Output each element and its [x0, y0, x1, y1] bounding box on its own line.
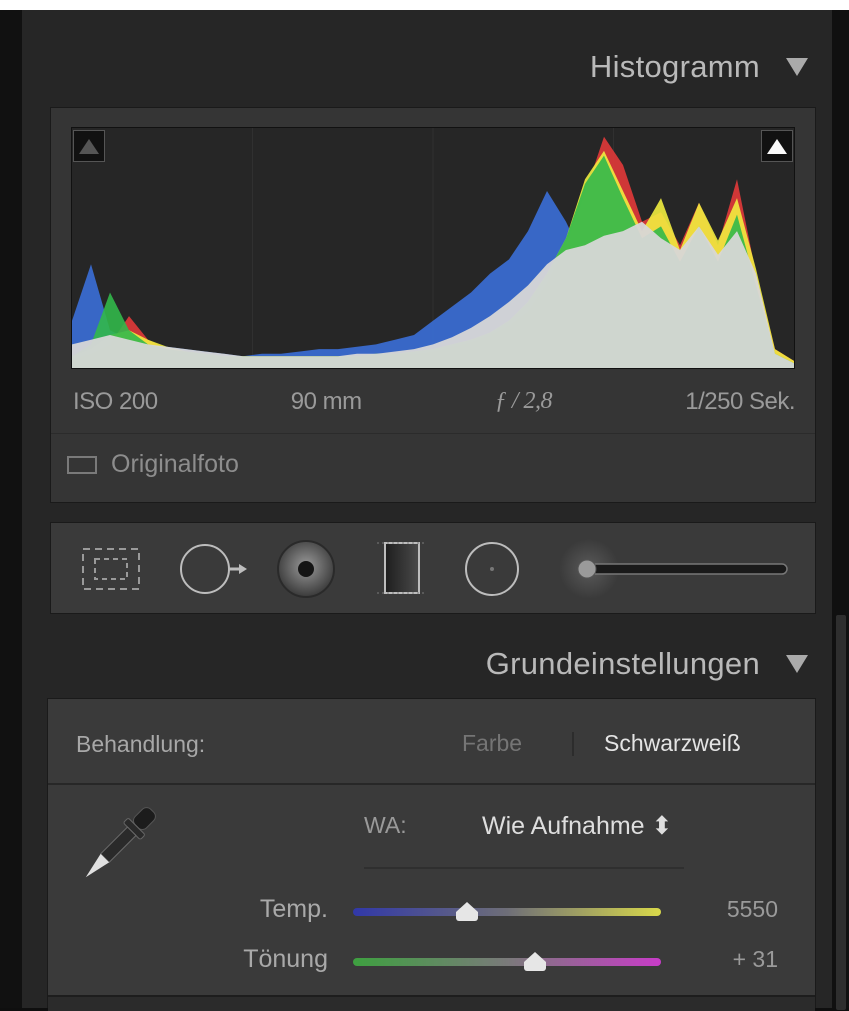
- temp-label: Temp.: [259, 895, 328, 923]
- treatment-divider: [572, 732, 574, 756]
- temp-slider-track[interactable]: [353, 902, 661, 921]
- window-top-edge: [0, 0, 849, 10]
- exif-info-row: ISO 200 90 mm ƒ / 2,8 1/250 Sek.: [73, 388, 795, 416]
- tint-slider-track[interactable]: [353, 952, 661, 971]
- highlight-clipping-triangle-icon: [767, 139, 787, 154]
- treatment-color-option[interactable]: Farbe: [462, 730, 522, 757]
- histogram-panel: ISO 200 90 mm ƒ / 2,8 1/250 Sek. Origina…: [50, 107, 816, 503]
- temp-value[interactable]: 5550: [688, 896, 778, 923]
- crop-overlay-icon[interactable]: [79, 545, 143, 593]
- collapse-triangle-icon[interactable]: [786, 655, 808, 673]
- basic-header[interactable]: Grundeinstellungen: [40, 632, 818, 696]
- histogram-title: Histogramm: [589, 49, 760, 84]
- collapse-triangle-icon[interactable]: [786, 58, 808, 76]
- tint-slider-thumb[interactable]: [523, 952, 546, 971]
- shadow-clipping-toggle[interactable]: [73, 130, 105, 162]
- histogram-graph[interactable]: [71, 127, 795, 369]
- original-photo-checkbox[interactable]: [67, 455, 97, 474]
- left-panel-edge: [0, 10, 22, 1008]
- red-eye-icon[interactable]: [276, 539, 336, 599]
- tint-slider-row: Tönung + 31: [48, 940, 815, 980]
- shutter-speed-value: 1/250 Sek.: [685, 388, 795, 415]
- white-balance-dropdown[interactable]: Wie Aufnahme ⬍: [482, 811, 672, 841]
- scrollbar-thumb[interactable]: [836, 615, 846, 1010]
- highlight-clipping-toggle[interactable]: [761, 130, 793, 162]
- original-photo-toggle[interactable]: Originalfoto: [67, 450, 239, 479]
- aperture-value: ƒ / 2,8: [494, 388, 553, 414]
- iso-value: ISO 200: [73, 388, 158, 415]
- treatment-label: Behandlung:: [76, 731, 206, 757]
- tint-value[interactable]: + 31: [688, 946, 778, 973]
- white-balance-label: WA:: [364, 812, 407, 838]
- treatment-row: Behandlung: Farbe Schwarzweiß: [48, 699, 815, 785]
- next-section-edge: [48, 995, 815, 1011]
- basic-panel: Behandlung: Farbe Schwarzweiß WA: Wie Au…: [47, 698, 816, 1011]
- temp-slider-row: Temp. 5550: [48, 890, 815, 930]
- spot-removal-icon[interactable]: [179, 541, 251, 597]
- graduated-filter-icon[interactable]: [375, 539, 431, 599]
- temp-slider-thumb[interactable]: [455, 902, 478, 921]
- radial-filter-icon[interactable]: [461, 539, 523, 599]
- adjustment-brush-icon[interactable]: [557, 537, 793, 601]
- white-balance-eyedropper-icon[interactable]: [74, 799, 164, 894]
- histogram-header[interactable]: Histogramm: [40, 35, 818, 99]
- panel-scrollbar[interactable]: [832, 10, 849, 1010]
- original-photo-label: Originalfoto: [111, 450, 239, 478]
- treatment-bw-option[interactable]: Schwarzweiß: [604, 730, 741, 757]
- white-balance-divider: [364, 867, 684, 869]
- histogram-chart: [72, 128, 794, 368]
- histogram-divider: [51, 433, 815, 434]
- tint-label: Tönung: [243, 945, 328, 973]
- basic-title: Grundeinstellungen: [485, 646, 760, 681]
- tool-strip: [50, 522, 816, 614]
- focal-length-value: 90 mm: [290, 388, 362, 415]
- shadow-clipping-triangle-icon: [79, 139, 99, 154]
